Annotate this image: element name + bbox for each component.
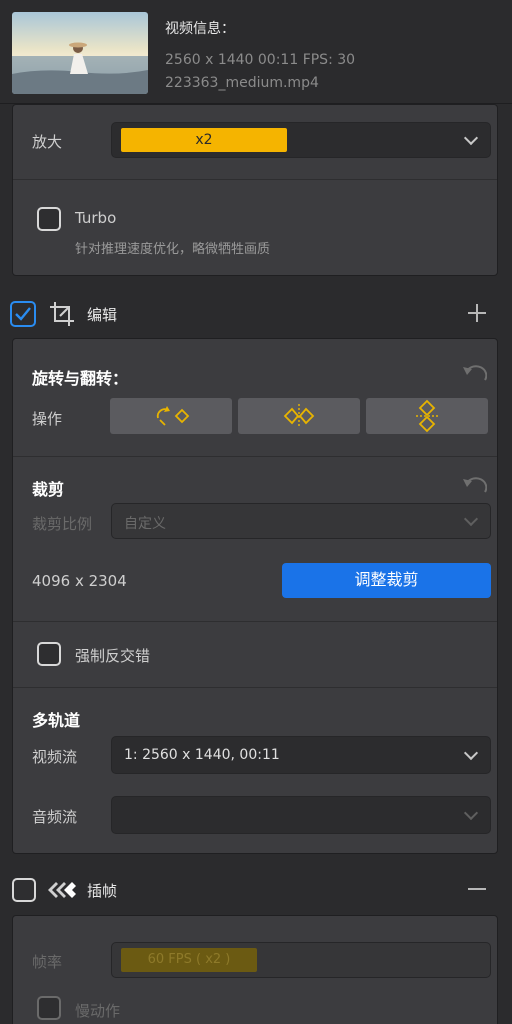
video-stream-label: 视频流 <box>32 748 78 766</box>
video-stream-value: 1: 2560 x 1440, 00:11 <box>124 747 280 763</box>
deinterlace-label: 强制反交错 <box>75 647 151 665</box>
chevron-down-icon <box>463 805 479 821</box>
upscale-label: 放大 <box>32 133 63 151</box>
operation-label: 操作 <box>32 410 63 428</box>
interpolation-title: 插帧 <box>87 882 118 900</box>
rotate-icon <box>156 406 190 426</box>
minus-icon[interactable] <box>468 888 486 890</box>
interpolation-checkbox[interactable] <box>12 878 36 902</box>
rotate-flip-heading: 旋转与翻转： <box>32 369 129 388</box>
upscale-value: x2 <box>121 128 287 152</box>
flip-horizontal-button[interactable] <box>238 398 360 434</box>
chevron-down-icon <box>463 130 479 146</box>
crop-heading: 裁剪 <box>32 480 65 499</box>
slowmo-checkbox[interactable] <box>37 996 61 1020</box>
undo-icon[interactable] <box>461 475 488 495</box>
edit-checkbox[interactable] <box>10 301 36 327</box>
undo-icon[interactable] <box>461 363 488 383</box>
plus-icon[interactable] <box>468 304 486 322</box>
video-info-header: 视频信息： 2560 x 1440 00:11 FPS: 30 223363_m… <box>0 0 512 104</box>
video-stream-select[interactable]: 1: 2560 x 1440, 00:11 <box>111 736 491 774</box>
video-specs: 2560 x 1440 00:11 FPS: 30 <box>165 52 356 68</box>
turbo-description: 针对推理速度优化，略微牺牲画质 <box>75 242 271 257</box>
edit-section-title: 编辑 <box>87 306 118 324</box>
video-filename: 223363_medium.mp4 <box>165 75 319 91</box>
crop-ratio-label: 裁剪比例 <box>32 515 93 533</box>
audio-stream-select[interactable] <box>111 796 491 834</box>
interpolation-panel: 帧率 60 FPS ( x2 ) 慢动作 <box>12 915 498 1024</box>
fps-value: 60 FPS ( x2 ) <box>121 948 257 972</box>
video-thumbnail[interactable] <box>12 12 148 94</box>
slowmo-label: 慢动作 <box>75 1002 121 1020</box>
multitrack-heading: 多轨道 <box>32 711 81 730</box>
chevron-down-icon <box>463 511 479 527</box>
frames-icon <box>46 878 78 902</box>
upscale-select[interactable]: x2 <box>111 122 491 158</box>
flip-vertical-icon <box>416 399 438 433</box>
flip-horizontal-icon <box>283 404 315 428</box>
audio-stream-label: 音频流 <box>32 808 78 826</box>
adjust-crop-button[interactable]: 调整裁剪 <box>282 563 491 598</box>
deinterlace-checkbox[interactable] <box>37 642 61 666</box>
crop-ratio-select[interactable]: 自定义 <box>111 503 491 539</box>
rotate-button[interactable] <box>110 398 232 434</box>
crop-dimensions: 4096 x 2304 <box>32 572 127 590</box>
edit-panel: 旋转与翻转： 操作 裁剪 裁剪比例 自定义 4096 x 2304 调整裁剪 强… <box>12 338 498 854</box>
turbo-label: Turbo <box>75 209 117 227</box>
flip-vertical-button[interactable] <box>366 398 488 434</box>
crop-icon <box>48 300 76 328</box>
video-info-title: 视频信息： <box>165 21 235 37</box>
chevron-down-icon <box>463 745 479 761</box>
crop-ratio-value: 自定义 <box>124 516 166 532</box>
turbo-checkbox[interactable] <box>37 207 61 231</box>
fps-label: 帧率 <box>32 953 63 971</box>
fps-select[interactable]: 60 FPS ( x2 ) <box>111 942 491 978</box>
upscale-panel: 放大 x2 Turbo 针对推理速度优化，略微牺牲画质 <box>12 104 498 276</box>
